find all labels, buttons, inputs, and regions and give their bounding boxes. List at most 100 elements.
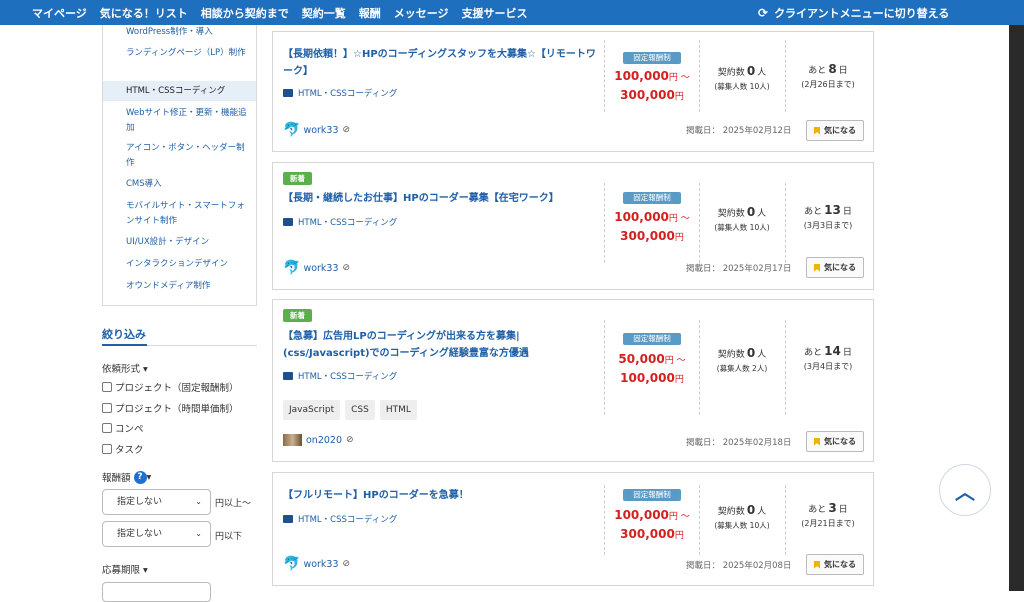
contract-count: 契約数 0 人 (募集人数 2人) <box>703 346 781 374</box>
favorite-button[interactable]: 気になる <box>806 120 864 141</box>
checkbox-box[interactable] <box>102 382 112 392</box>
avatar: 🐬 <box>283 556 301 572</box>
job-category-label: HTML・CSSコーディング <box>298 372 398 382</box>
job-client[interactable]: 🐬 work33 ⊘ <box>283 260 350 276</box>
new-badge: 新着 <box>283 309 312 322</box>
caret-down-icon: ▾ <box>146 471 152 483</box>
skill-tag[interactable]: HTML <box>379 400 417 420</box>
job-category[interactable]: HTML・CSSコーディング <box>283 216 397 228</box>
remain-label: あと <box>804 348 823 358</box>
favorite-label: 気になる <box>824 560 856 569</box>
checkbox-task[interactable]: タスク <box>102 442 144 456</box>
skill-tags: JavaScript CSS HTML <box>283 400 417 420</box>
remain-number: 14 <box>824 344 841 358</box>
help-icon[interactable]: ? <box>133 470 147 484</box>
job-card: 【長期依頼！】☆HPのコーディングスタッフを大募集☆【リモートワーク】 HTML… <box>272 31 874 152</box>
price-type-badge: 固定報酬制 <box>623 489 681 501</box>
checkbox-box[interactable] <box>102 403 112 413</box>
remain-unit: 日 <box>842 348 852 358</box>
category-item-active[interactable]: HTML・CSSコーディング <box>103 81 256 101</box>
nav-consult-to-contract[interactable]: 相談から契約まで <box>201 5 289 21</box>
checkbox-label: プロジェクト（時間単価制） <box>115 404 239 415</box>
client-name: on2020 <box>306 434 343 446</box>
favorite-button[interactable]: 気になる <box>806 554 864 575</box>
checkbox-compe[interactable]: コンペ <box>102 421 144 435</box>
remain-label: あと <box>808 505 827 515</box>
category-item[interactable]: CMS導入 <box>103 177 256 192</box>
page-edge <box>1009 25 1024 591</box>
remaining-days: あと 8 日 (2月26日まで) <box>788 62 868 90</box>
nav-support[interactable]: 支援サービス <box>462 5 528 21</box>
category-item[interactable]: ランディングページ（LP）制作 <box>103 46 256 61</box>
client-name: work33 <box>303 262 339 274</box>
client-name: work33 <box>303 124 339 136</box>
nav-rewards[interactable]: 報酬 <box>359 5 381 21</box>
price-type-badge: 固定報酬制 <box>623 192 681 204</box>
top-nav: マイページ 気になる！リスト 相談から契約まで 契約一覧 報酬 メッセージ 支援… <box>0 0 1024 25</box>
job-title-link[interactable]: 【長期依頼！】☆HPのコーディングスタッフを大募集☆【リモートワーク】 <box>283 46 598 80</box>
new-badge: 新着 <box>283 172 312 185</box>
avatar: 🐬 <box>283 122 301 138</box>
job-category[interactable]: HTML・CSSコーディング <box>283 513 397 525</box>
nav-contracts[interactable]: 契約一覧 <box>302 5 346 21</box>
folder-icon <box>283 515 293 523</box>
job-title-link[interactable]: 【急募】広告用LPのコーディングが出来る方を募集|(css/Javascript… <box>283 328 573 362</box>
contract-number: 0 <box>746 205 756 219</box>
nav-mypage[interactable]: マイページ <box>32 5 87 21</box>
job-client[interactable]: on2020 ⊘ <box>283 434 354 446</box>
price-max: 300,000 <box>620 229 675 243</box>
price-min: 100,000 <box>614 210 669 224</box>
deadline-select[interactable] <box>102 582 211 602</box>
checkbox-hourly[interactable]: プロジェクト（時間単価制） <box>102 401 239 415</box>
category-item[interactable]: モバイルサイト・スマートフォンサイト制作 <box>103 199 256 229</box>
client-name: work33 <box>303 558 339 570</box>
checkbox-box[interactable] <box>102 423 112 433</box>
category-item[interactable]: UI/UX設計・デザイン <box>103 235 256 250</box>
job-category[interactable]: HTML・CSSコーディング <box>283 370 397 382</box>
job-title-link[interactable]: 【フルリモート】HPのコーダーを急募！ <box>283 487 598 504</box>
category-list: WordPress制作・導入 ランディングページ（LP）制作 HTML・CSSコ… <box>102 25 257 306</box>
reward-max-select[interactable]: 指定しない ⌄ <box>102 521 211 547</box>
favorite-button[interactable]: 気になる <box>806 431 864 452</box>
divider <box>785 183 786 263</box>
job-card: 【フルリモート】HPのコーダーを急募！ HTML・CSSコーディング 🐬 work… <box>272 472 874 586</box>
checkbox-fixed[interactable]: プロジェクト（固定報酬制） <box>102 380 239 394</box>
caret-down-icon: ▾ <box>140 565 148 576</box>
eye-slash-icon: ⊘ <box>346 435 354 445</box>
reward-filter-toggle[interactable]: 報酬額? ▾ <box>102 470 151 484</box>
contract-count: 契約数 0 人 (募集人数 10人) <box>703 64 781 92</box>
category-item[interactable]: オウンドメディア制作 <box>103 279 256 294</box>
chevron-down-icon: ⌄ <box>195 497 202 506</box>
remaining-days: あと 14 日 (3月4日まで) <box>788 344 868 372</box>
contract-label: 契約数 <box>717 68 745 78</box>
skill-tag[interactable]: CSS <box>345 400 375 420</box>
contract-label: 契約数 <box>717 507 745 517</box>
reward-max-suffix: 円以下 <box>215 532 243 542</box>
type-filter-label: 依頼形式 <box>102 364 141 375</box>
job-client[interactable]: 🐬 work33 ⊘ <box>283 122 350 138</box>
deadline-filter-toggle[interactable]: 応募期限 ▾ <box>102 562 148 576</box>
client-menu-switch[interactable]: ⟳ クライアントメニューに切り替える <box>758 0 949 25</box>
skill-tag[interactable]: JavaScript <box>283 400 341 420</box>
nav-favorites[interactable]: 気になる！リスト <box>100 5 188 21</box>
checkbox-box[interactable] <box>102 444 112 454</box>
favorite-button[interactable]: 気になる <box>806 257 864 278</box>
job-category[interactable]: HTML・CSSコーディング <box>283 87 397 99</box>
category-item[interactable]: アイコン・ボタン・ヘッダー制作 <box>103 141 256 171</box>
category-item[interactable]: WordPress制作・導入 <box>103 25 256 40</box>
reward-min-select[interactable]: 指定しない ⌄ <box>102 489 211 515</box>
bookmark-icon <box>814 263 820 272</box>
price-unit: 円 <box>674 92 684 102</box>
remaining-days: あと 13 日 (3月3日まで) <box>788 203 868 231</box>
type-filter-toggle[interactable]: 依頼形式 ▾ <box>102 361 148 375</box>
scroll-to-top-button[interactable]: ︿ <box>939 464 991 516</box>
category-item[interactable]: インタラクションデザイン <box>103 257 256 272</box>
price-unit: 円 〜 <box>668 214 690 224</box>
category-item[interactable]: Webサイト修正・更新・機能追加 <box>103 106 256 136</box>
nav-messages[interactable]: メッセージ <box>394 5 449 21</box>
job-client[interactable]: 🐬 work33 ⊘ <box>283 556 350 572</box>
contract-unit: 人 <box>757 350 767 360</box>
job-title-link[interactable]: 【長期・継続したお仕事】HPのコーダー募集【在宅ワーク】 <box>283 190 598 207</box>
recruit-count: (募集人数 10人) <box>714 223 770 232</box>
client-menu-switch-label: クライアントメニューに切り替える <box>774 6 950 20</box>
